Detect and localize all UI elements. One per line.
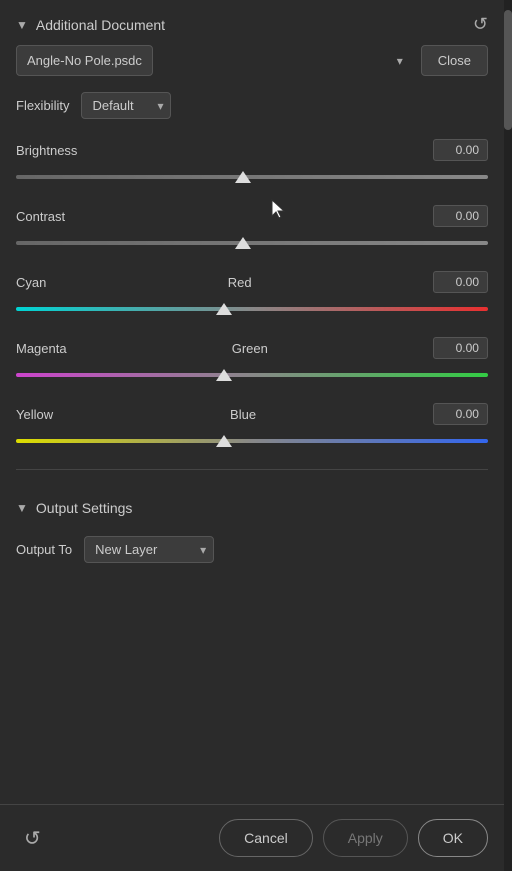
magenta-green-slider-row: Magenta Green 0.00	[16, 337, 488, 385]
flexibility-select[interactable]: Default Low Medium High	[81, 92, 171, 119]
chevron-icon[interactable]: ▼	[16, 18, 28, 32]
output-settings-header: ▼ Output Settings	[16, 486, 488, 526]
brightness-track	[16, 167, 488, 187]
file-select[interactable]: Angle-No Pole.psdc	[16, 45, 153, 76]
brightness-slider-row: Brightness 0.00	[16, 139, 488, 187]
output-chevron-icon[interactable]: ▼	[16, 501, 28, 515]
scrollbar[interactable]	[504, 0, 512, 871]
cyan-red-thumb[interactable]	[216, 303, 232, 315]
contrast-value[interactable]: 0.00	[433, 205, 488, 227]
yellow-label: Yellow	[16, 407, 53, 422]
cyan-red-track	[16, 299, 488, 319]
cyan-label: Cyan	[16, 275, 46, 290]
magenta-green-thumb[interactable]	[216, 369, 232, 381]
close-button[interactable]: Close	[421, 45, 488, 76]
flexibility-label: Flexibility	[16, 98, 69, 113]
output-to-select[interactable]: New Layer Smart Object New Document Docu…	[84, 536, 214, 563]
brightness-value[interactable]: 0.00	[433, 139, 488, 161]
divider	[16, 469, 488, 470]
section-title: Additional Document	[36, 17, 165, 33]
yellow-blue-value[interactable]: 0.00	[433, 403, 488, 425]
contrast-thumb[interactable]	[235, 237, 251, 249]
brightness-label: Brightness	[16, 143, 77, 158]
yellow-blue-slider-row: Yellow Blue 0.00	[16, 403, 488, 451]
cyan-red-slider-row: Cyan Red 0.00	[16, 271, 488, 319]
magenta-green-value[interactable]: 0.00	[433, 337, 488, 359]
contrast-label: Contrast	[16, 209, 65, 224]
red-label: Red	[228, 275, 252, 290]
output-to-label: Output To	[16, 542, 72, 557]
brightness-thumb[interactable]	[235, 171, 251, 183]
reset-icon[interactable]: ↺	[473, 14, 488, 35]
apply-button: Apply	[323, 819, 408, 857]
green-label: Green	[232, 341, 268, 356]
output-to-row: Output To New Layer Smart Object New Doc…	[16, 536, 488, 563]
output-section-title: Output Settings	[36, 500, 133, 516]
output-settings-section: ▼ Output Settings Output To New Layer Sm…	[16, 486, 488, 563]
blue-label: Blue	[230, 407, 256, 422]
bottom-actions: Cancel Apply OK	[219, 819, 488, 857]
additional-document-header: ▼ Additional Document ↺	[16, 0, 488, 45]
bottom-reset-button[interactable]: ↺	[16, 822, 49, 855]
cyan-red-value[interactable]: 0.00	[433, 271, 488, 293]
magenta-label: Magenta	[16, 341, 67, 356]
contrast-slider-row: Contrast 0.00	[16, 205, 488, 253]
contrast-track	[16, 233, 488, 253]
bottom-bar: ↺ Cancel Apply OK	[0, 804, 504, 871]
scrollbar-thumb[interactable]	[504, 10, 512, 130]
main-panel: ▼ Additional Document ↺ Angle-No Pole.ps…	[0, 0, 512, 871]
magenta-green-track	[16, 365, 488, 385]
ok-button[interactable]: OK	[418, 819, 488, 857]
file-row: Angle-No Pole.psdc Close	[16, 45, 488, 76]
flexibility-select-wrapper: Default Low Medium High	[81, 92, 171, 119]
yellow-blue-thumb[interactable]	[216, 435, 232, 447]
file-select-wrapper: Angle-No Pole.psdc	[16, 45, 413, 76]
cancel-button[interactable]: Cancel	[219, 819, 313, 857]
flexibility-row: Flexibility Default Low Medium High	[16, 92, 488, 119]
yellow-blue-track	[16, 431, 488, 451]
output-select-wrapper: New Layer Smart Object New Document Docu…	[84, 536, 214, 563]
